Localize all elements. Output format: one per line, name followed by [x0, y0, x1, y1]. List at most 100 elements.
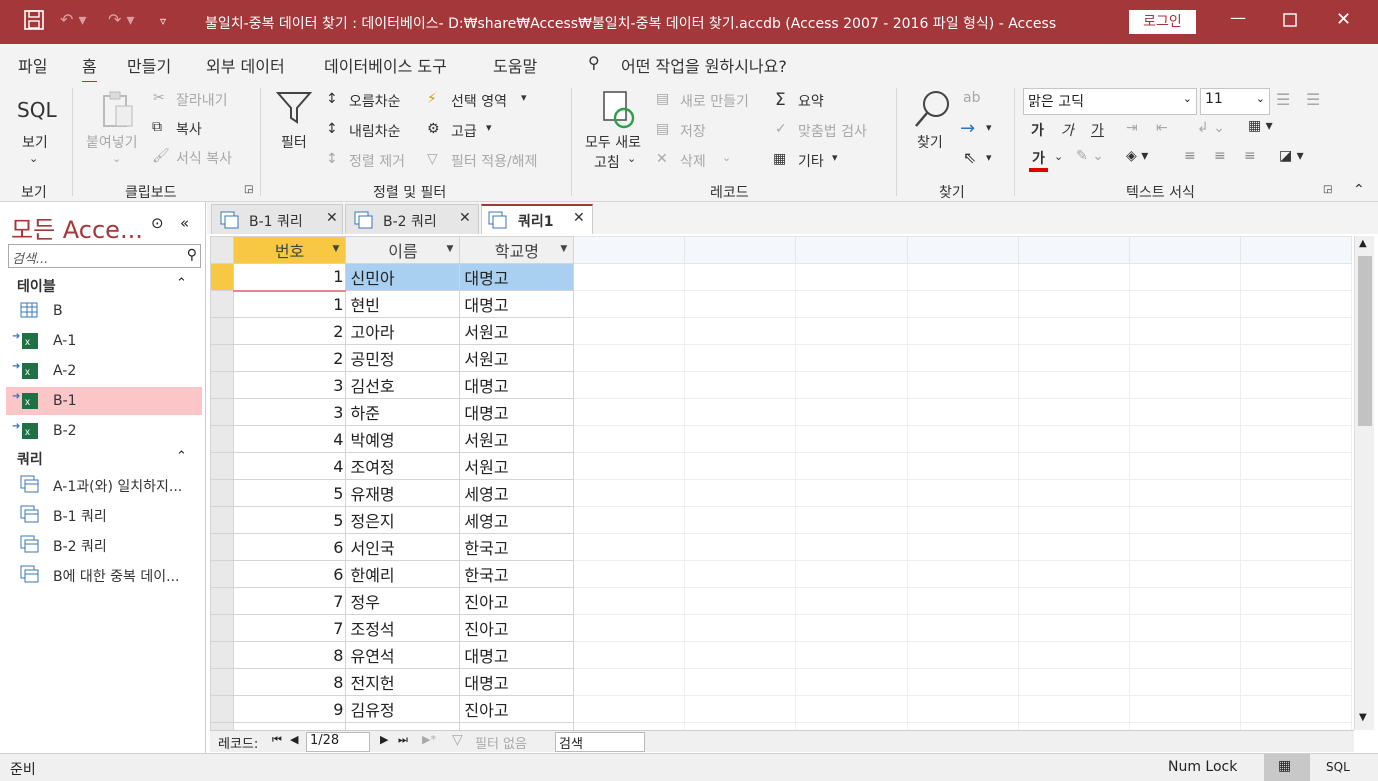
indent-increase-icon[interactable]: ⇥	[1126, 120, 1138, 136]
tables-section-header[interactable]: 테이블	[17, 276, 56, 296]
cell-number[interactable]: 7	[232, 587, 347, 615]
refresh-all-button[interactable]: 모두 새로	[585, 132, 641, 152]
gridlines-icon[interactable]: ▦ ▾	[1248, 118, 1273, 134]
table-row[interactable]: 2 공민정 서원고	[210, 344, 1352, 372]
highlight-icon[interactable]: ✎ ⌄	[1076, 148, 1104, 164]
cell-name[interactable]: 전지헌	[345, 668, 461, 696]
cell-school[interactable]: 서원고	[459, 317, 575, 345]
record-search-input[interactable]: 검색	[555, 732, 645, 752]
undo-icon[interactable]: ↶ ▾	[60, 10, 87, 29]
cell-name[interactable]: 박예영	[345, 425, 461, 453]
table-row[interactable]: 5 유재명 세영고	[210, 479, 1352, 507]
scissors-icon[interactable]: ✂	[153, 90, 165, 106]
column-header-name[interactable]: 이름 ▼	[345, 236, 461, 264]
cell-number[interactable]: 5	[232, 506, 347, 534]
row-selector[interactable]	[210, 371, 234, 399]
cell-school[interactable]: 서원고	[459, 425, 575, 453]
find-icon[interactable]	[912, 88, 952, 134]
selection-filter-button[interactable]: 선택 영역	[451, 91, 507, 111]
selection-filter-icon[interactable]: ⚡	[427, 91, 437, 107]
cell-number[interactable]	[232, 722, 347, 730]
row-selector[interactable]	[210, 290, 234, 318]
cell-name[interactable]: 공민정	[345, 344, 461, 372]
bold-button[interactable]: 가	[1031, 120, 1044, 140]
remove-sort-button[interactable]: 정렬 제거	[349, 151, 405, 171]
collapse-ribbon-icon[interactable]: ⌃	[1353, 182, 1365, 198]
paragraph-direction-icon[interactable]: ↲ ⌄	[1197, 120, 1225, 136]
row-selector[interactable]	[210, 641, 234, 669]
table-row[interactable]: 3 하준 대명고	[210, 398, 1352, 426]
cell-name[interactable]	[345, 722, 461, 730]
cell-number[interactable]: 1	[232, 263, 347, 292]
cell-number[interactable]: 4	[232, 425, 347, 453]
collapse-pane-icon[interactable]: «	[180, 214, 189, 232]
table-row[interactable]	[210, 722, 1352, 730]
select-all-corner[interactable]	[210, 236, 234, 264]
align-right-icon[interactable]: ≡	[1244, 148, 1256, 164]
tell-me-search[interactable]: 어떤 작업을 원하시나요?	[621, 53, 787, 77]
table-row[interactable]: 1 신민아 대명고	[210, 263, 1352, 292]
cell-school[interactable]: 대명고	[459, 371, 575, 399]
more-icon[interactable]: ▦	[773, 151, 786, 167]
table-row[interactable]: 3 김선호 대명고	[210, 371, 1352, 399]
scroll-thumb[interactable]	[1358, 256, 1372, 426]
cell-name[interactable]: 서인국	[345, 533, 461, 561]
bullets-icon[interactable]: ☰	[1276, 90, 1290, 109]
first-record-icon[interactable]: ⏮	[272, 733, 282, 747]
record-position-input[interactable]: 1/28	[306, 732, 370, 752]
new-record-icon[interactable]: ▤	[656, 91, 669, 107]
cell-school[interactable]: 대명고	[459, 398, 575, 426]
delete-button[interactable]: 삭제	[680, 151, 706, 171]
spelling-icon[interactable]: ✓	[775, 121, 787, 137]
cell-number[interactable]: 4	[232, 452, 347, 480]
scroll-down-icon[interactable]: ▼	[1359, 712, 1367, 723]
nav-item-table-b1[interactable]: ➜ x B-1	[6, 387, 202, 415]
format-painter-button[interactable]: 서식 복사	[176, 148, 232, 168]
chevron-down-icon[interactable]: ⌄	[112, 152, 121, 165]
nav-search-input[interactable]: 검색... ⚲	[8, 244, 201, 268]
table-row[interactable]: 4 조여정 서원고	[210, 452, 1352, 480]
close-tab-icon[interactable]: ✕	[573, 210, 585, 226]
sql-view-label[interactable]: SQL	[17, 98, 57, 122]
cell-name[interactable]: 고아라	[345, 317, 461, 345]
copy-button[interactable]: 복사	[176, 119, 202, 139]
advanced-filter-button[interactable]: 고급	[451, 121, 477, 141]
row-selector[interactable]	[210, 506, 234, 534]
filter-status[interactable]: 필터 없음	[475, 733, 527, 752]
underline-button[interactable]: 가	[1091, 120, 1104, 140]
cell-school[interactable]: 대명고	[459, 668, 575, 696]
cell-school[interactable]: 한국고	[459, 560, 575, 588]
nav-item-table-a1[interactable]: ➜ x A-1	[6, 327, 202, 355]
chevron-up-icon[interactable]: ⌃	[176, 276, 187, 291]
menu-create[interactable]: 만들기	[127, 53, 171, 77]
cell-school[interactable]: 대명고	[459, 263, 575, 291]
align-center-icon[interactable]: ≡	[1214, 148, 1226, 164]
minimize-icon[interactable]: —	[1230, 8, 1246, 27]
sort-dropdown-icon[interactable]: ▼	[333, 244, 340, 254]
find-button[interactable]: 찾기	[917, 132, 943, 152]
nav-item-query-b2[interactable]: B-2 쿼리	[6, 530, 202, 558]
cell-number[interactable]: 9	[232, 695, 347, 723]
table-row[interactable]: 2 고아라 서원고	[210, 317, 1352, 345]
cell-name[interactable]: 김유정	[345, 695, 461, 723]
row-selector[interactable]	[210, 560, 234, 588]
row-selector[interactable]	[210, 668, 234, 696]
table-row[interactable]: 9 김유정 진아고	[210, 695, 1352, 723]
italic-button[interactable]: 가	[1061, 120, 1074, 140]
cell-school[interactable]: 진아고	[459, 587, 575, 615]
chevron-down-icon[interactable]: ⌄	[627, 152, 636, 165]
cell-name[interactable]: 신민아	[345, 263, 461, 291]
paste-icon[interactable]	[100, 90, 136, 134]
totals-icon[interactable]: Σ	[775, 90, 786, 110]
close-icon[interactable]: ✕	[1336, 9, 1351, 30]
sort-dropdown-icon[interactable]: ▼	[446, 244, 453, 254]
row-selector[interactable]	[210, 317, 234, 345]
new-record-nav-icon[interactable]: ▶*	[422, 733, 436, 746]
sort-ascending-icon[interactable]: ↕	[326, 91, 338, 107]
alternate-row-color-icon[interactable]: ◪ ▾	[1279, 148, 1304, 164]
row-selector[interactable]	[210, 533, 234, 561]
table-row[interactable]: 4 박예영 서원고	[210, 425, 1352, 453]
goto-icon[interactable]: →	[960, 118, 975, 139]
save-record-button[interactable]: 저장	[680, 121, 706, 141]
replace-icon[interactable]: ab	[963, 90, 980, 106]
